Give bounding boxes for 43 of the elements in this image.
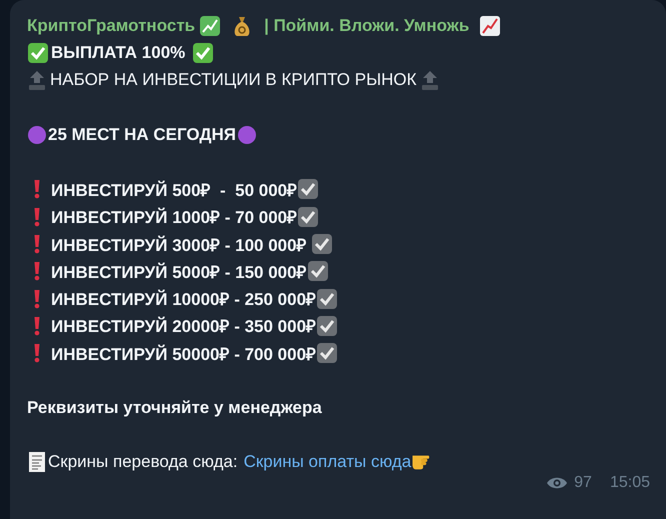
check-icon: [297, 178, 320, 200]
exclamation-icon: [33, 206, 41, 227]
exclamation-icon: [33, 343, 41, 364]
exclamation-icon: [33, 234, 41, 254]
channel-tagline: | Пойми. Вложи. Умножь: [264, 16, 470, 36]
recruitment-text: НАБОР НА ИНВЕСТИЦИИ В КРИПТО РЫНОК: [50, 70, 417, 90]
money-bag-icon: [232, 14, 252, 37]
rising-chart-icon: [479, 14, 502, 37]
spots-text: 25 МЕСТ НА СЕГОДНЯ: [48, 124, 236, 145]
offer-text: ИНВЕСТИРУЙ 500₽ - 50 000₽: [51, 180, 298, 201]
top-arrow-icon: [420, 69, 440, 92]
check-icon: [316, 342, 338, 364]
check-icon: [306, 260, 329, 282]
payout-text: ВЫПЛАТА 100%: [51, 42, 186, 63]
channel-name: КриптоГрамотность: [27, 16, 196, 36]
offer-text: ИНВЕСТИРУЙ 10000₽ - 250 000₽: [51, 288, 316, 310]
check-icon: [316, 288, 338, 310]
top-arrow-icon: [27, 69, 47, 92]
receipt-icon: [27, 451, 47, 474]
check-icon: [192, 42, 214, 64]
exclamation-icon: [33, 316, 41, 336]
post-time: 15:05: [610, 474, 650, 492]
offer-text: ИНВЕСТИРУЙ 50000₽ - 700 000₽: [51, 344, 316, 365]
screens-text: Скрины перевода сюда:: [48, 452, 238, 472]
check-icon: [311, 233, 334, 256]
circle-icon: [237, 124, 258, 145]
views-icon: [546, 476, 568, 490]
exclamation-icon: [33, 288, 41, 309]
details-note: Реквизиты уточняйте у менеджера: [27, 398, 322, 418]
check-icon: [27, 42, 49, 64]
pointing-hand-icon: [412, 454, 430, 470]
circle-icon: [27, 124, 47, 145]
check-icon: [297, 206, 320, 228]
exclamation-icon: [33, 261, 41, 282]
check-icon: [316, 314, 338, 337]
chart-icon: [199, 14, 222, 37]
offer-text: ИНВЕСТИРУЙ 20000₽ - 350 000₽: [51, 316, 316, 338]
exclamation-icon: [33, 179, 41, 200]
offer-text: ИНВЕСТИРУЙ 3000₽ - 100 000₽: [51, 234, 308, 256]
view-count: 97: [574, 474, 592, 492]
offer-text: ИНВЕСТИРУЙ 5000₽ - 150 000₽: [51, 262, 307, 283]
screens-link[interactable]: Скрины оплаты сюда: [244, 452, 412, 472]
offer-text: ИНВЕСТИРУЙ 1000₽ - 70 000₽: [51, 206, 298, 228]
